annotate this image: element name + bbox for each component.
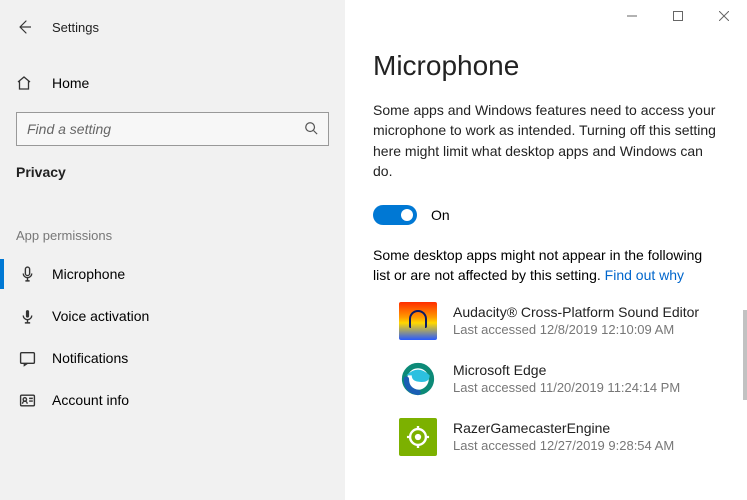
- app-row-razer[interactable]: RazerGamecasterEngine Last accessed 12/2…: [399, 418, 719, 456]
- nav-item-microphone[interactable]: Microphone: [0, 253, 345, 295]
- toggle-state-label: On: [431, 207, 450, 223]
- main-scrollbar[interactable]: [743, 310, 747, 400]
- page-title: Microphone: [373, 50, 719, 82]
- app-icon-edge: [399, 360, 437, 398]
- app-last-accessed: Last accessed 11/20/2019 11:24:14 PM: [453, 380, 680, 395]
- home-icon: [16, 75, 38, 91]
- search-input[interactable]: [27, 121, 289, 137]
- nav-item-account-info[interactable]: Account info: [0, 379, 345, 421]
- app-meta: Audacity® Cross-Platform Sound Editor La…: [453, 304, 699, 337]
- nav-item-voice-activation[interactable]: Voice activation: [0, 295, 345, 337]
- account-info-icon: [16, 392, 38, 409]
- search-icon: [304, 121, 318, 138]
- nav-list: Microphone Voice activation Notification…: [0, 253, 345, 421]
- home-label: Home: [52, 75, 89, 91]
- note-text: Some desktop apps might not appear in th…: [373, 245, 719, 286]
- search-box[interactable]: [16, 112, 329, 146]
- minimize-button[interactable]: [609, 0, 655, 32]
- nav-label: Voice activation: [52, 308, 149, 324]
- nav-home[interactable]: Home: [0, 64, 345, 102]
- app-last-accessed: Last accessed 12/27/2019 9:28:54 AM: [453, 438, 674, 453]
- category-label: Privacy: [0, 146, 345, 180]
- notifications-icon: [16, 350, 38, 367]
- microphone-toggle[interactable]: [373, 205, 417, 225]
- window-controls: [609, 0, 747, 32]
- app-icon-razer: [399, 418, 437, 456]
- section-header: App permissions: [0, 180, 345, 253]
- titlebar: Settings: [0, 8, 345, 46]
- app-name: Audacity® Cross-Platform Sound Editor: [453, 304, 699, 320]
- app-icon-audacity: [399, 302, 437, 340]
- nav-label: Account info: [52, 392, 129, 408]
- back-icon[interactable]: [16, 19, 38, 35]
- app-title: Settings: [52, 20, 99, 35]
- settings-window: Settings Home Privacy App permissions Mi…: [0, 0, 747, 500]
- page-description: Some apps and Windows features need to a…: [373, 100, 719, 181]
- main-content: Microphone Some apps and Windows feature…: [345, 0, 747, 500]
- voice-activation-icon: [16, 308, 38, 325]
- app-row-edge[interactable]: Microsoft Edge Last accessed 11/20/2019 …: [399, 360, 719, 398]
- find-out-why-link[interactable]: Find out why: [605, 267, 684, 283]
- toggle-knob: [401, 209, 413, 221]
- app-meta: RazerGamecasterEngine Last accessed 12/2…: [453, 420, 674, 453]
- nav-label: Microphone: [52, 266, 125, 282]
- app-row-audacity[interactable]: Audacity® Cross-Platform Sound Editor La…: [399, 302, 719, 340]
- app-name: RazerGamecasterEngine: [453, 420, 674, 436]
- toggle-row: On: [373, 205, 719, 225]
- app-name: Microsoft Edge: [453, 362, 680, 378]
- close-button[interactable]: [701, 0, 747, 32]
- app-meta: Microsoft Edge Last accessed 11/20/2019 …: [453, 362, 680, 395]
- app-last-accessed: Last accessed 12/8/2019 12:10:09 AM: [453, 322, 699, 337]
- nav-item-notifications[interactable]: Notifications: [0, 337, 345, 379]
- maximize-button[interactable]: [655, 0, 701, 32]
- microphone-icon: [16, 266, 38, 283]
- app-list: Audacity® Cross-Platform Sound Editor La…: [399, 302, 719, 456]
- nav-label: Notifications: [52, 350, 128, 366]
- sidebar: Settings Home Privacy App permissions Mi…: [0, 0, 345, 500]
